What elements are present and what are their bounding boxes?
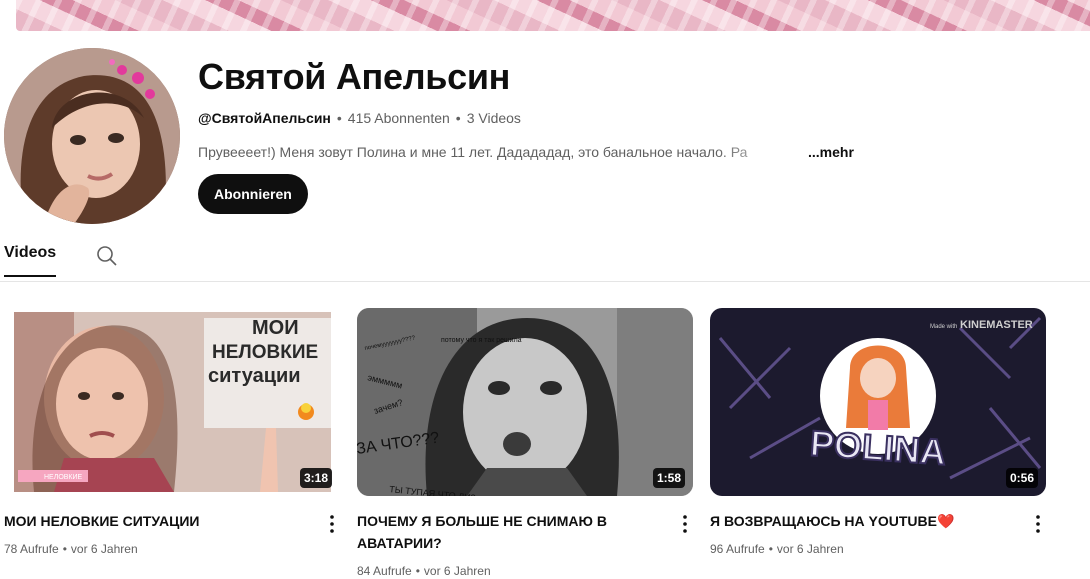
video-age: vor 6 Jahren	[776, 542, 844, 556]
video-age: vor 6 Jahren	[70, 542, 138, 556]
video-count: 3 Videos	[466, 110, 521, 126]
more-link[interactable]: ...mehr	[808, 144, 854, 160]
channel-avatar[interactable]	[4, 48, 180, 224]
thumb-text: НЕЛОВКИЕ	[212, 342, 318, 363]
video-views: 96 Aufrufe	[710, 542, 765, 556]
channel-description[interactable]: Прувеееет!) Меня зовут Полина и мне 11 л…	[198, 144, 854, 160]
video-views: 84 Aufrufe	[357, 564, 412, 578]
video-stats: 96 Aufrufe • vor 6 Jahren	[710, 542, 844, 556]
channel-meta: @СвятойАпельсин • 415 Abonnenten • 3 Vid…	[198, 110, 521, 126]
subscribe-button[interactable]: Abonnieren	[198, 174, 308, 214]
tab-videos[interactable]: Videos	[4, 244, 57, 277]
channel-banner	[16, 0, 1090, 31]
meta-separator: •	[336, 110, 342, 126]
meta-separator: •	[455, 110, 461, 126]
subscriber-count: 415 Abonnenten	[347, 110, 450, 126]
stats-separator: •	[415, 564, 420, 578]
channel-name: Святой Апельсин	[198, 56, 511, 97]
thumb-text: Made with	[930, 324, 957, 330]
more-vert-icon[interactable]	[673, 512, 697, 536]
more-vert-icon[interactable]	[1026, 512, 1050, 536]
video-card[interactable]: POLINA Made with KINEMASTER 0:56 Я ВОЗВР…	[710, 308, 1046, 556]
video-duration: 1:58	[652, 468, 685, 488]
video-thumbnail[interactable]: НЕЛОВКИЕ МОИ НЕЛОВКИЕ ситуации 3:18	[4, 308, 340, 496]
video-thumbnail[interactable]: потому что я так решила почемууууууу????…	[357, 308, 693, 496]
channel-handle[interactable]: @СвятойАпельсин	[198, 110, 331, 126]
thumb-text: МОИ	[252, 317, 299, 339]
more-vert-icon[interactable]	[320, 512, 344, 536]
thumb-text: KINEMASTER	[960, 319, 1033, 331]
video-duration: 0:56	[1005, 468, 1038, 488]
stats-separator: •	[62, 542, 67, 556]
heart-icon: ❤️	[936, 513, 955, 529]
video-title[interactable]: ПОЧЕМУ Я БОЛЬШЕ НЕ СНИМАЮ В АВАТАРИИ?	[357, 510, 657, 554]
video-title[interactable]: МОИ НЕЛОВКИЕ СИТУАЦИИ	[4, 510, 304, 532]
video-duration: 3:18	[299, 468, 332, 488]
video-age: vor 6 Jahren	[423, 564, 491, 578]
video-title[interactable]: Я ВОЗВРАЩАЮСЬ НА YOUTUBE❤️	[710, 510, 1010, 532]
avatar-image	[4, 48, 180, 224]
video-stats: 78 Aufrufe • vor 6 Jahren	[4, 542, 138, 556]
thumb-text: потому что я так решила	[441, 337, 522, 344]
video-title-text: Я ВОЗВРАЩАЮСЬ НА YOUTUBE	[710, 513, 937, 529]
video-views: 78 Aufrufe	[4, 542, 59, 556]
video-card[interactable]: потому что я так решила почемууууууу????…	[357, 308, 693, 578]
thumb-badge: НЕЛОВКИЕ	[44, 474, 83, 481]
video-stats: 84 Aufrufe • vor 6 Jahren	[357, 564, 491, 578]
search-icon[interactable]	[95, 244, 119, 268]
channel-tabs: Videos	[0, 232, 1090, 282]
video-thumbnail[interactable]: POLINA Made with KINEMASTER 0:56	[710, 308, 1046, 496]
description-text: Прувеееет!) Меня зовут Полина и мне 11 л…	[198, 144, 748, 160]
stats-separator: •	[768, 542, 773, 556]
thumb-text: ситуации	[208, 365, 301, 387]
video-card[interactable]: НЕЛОВКИЕ МОИ НЕЛОВКИЕ ситуации 3:18 МОИ …	[4, 308, 340, 556]
